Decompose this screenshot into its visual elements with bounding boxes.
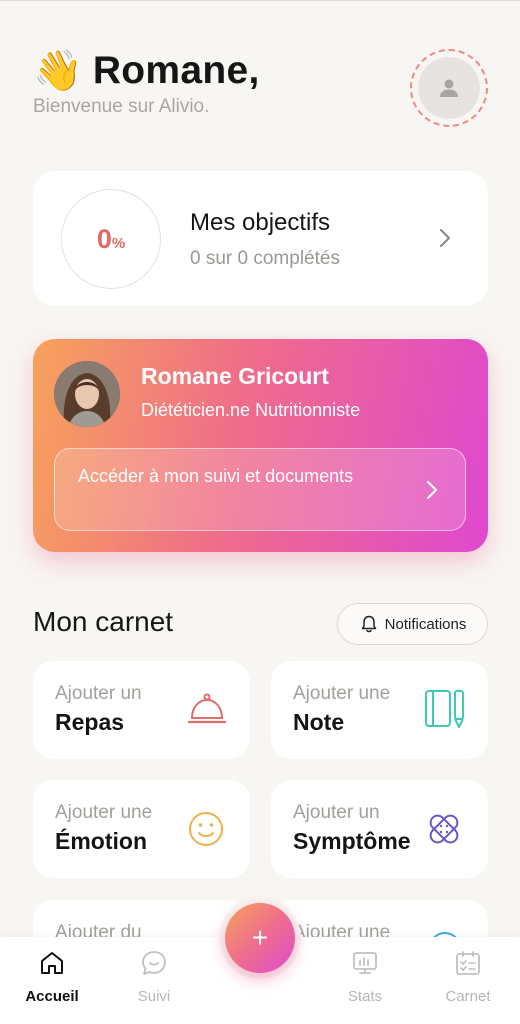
home-icon	[41, 952, 63, 974]
objectives-card[interactable]: 0 % Mes objectifs 0 sur 0 complétés	[33, 171, 488, 306]
objectives-subtitle: 0 sur 0 complétés	[190, 248, 340, 269]
user-icon	[440, 79, 458, 97]
smiley-icon	[189, 812, 223, 846]
access-follow-up-label: Accéder à mon suivi et documents	[78, 466, 354, 486]
add-meal-tile[interactable]: Ajouter un Repas	[33, 661, 250, 759]
chevron-right-icon	[439, 228, 451, 248]
nav-label: Carnet	[445, 988, 491, 1005]
bell-icon	[361, 615, 376, 633]
user-greeting-name: Romane,	[92, 49, 260, 92]
bandage-icon	[429, 814, 459, 844]
nav-item-accueil[interactable]: Accueil	[7, 949, 97, 1005]
carnet-section-title: Mon carnet	[33, 606, 174, 637]
tile-prefix: Ajouter un	[55, 683, 142, 704]
calendar-icon	[456, 951, 480, 975]
chat-icon	[142, 951, 166, 975]
nav-label: Stats	[347, 988, 383, 1005]
notifications-label: Notifications	[384, 615, 467, 633]
objectives-title: Mes objectifs	[190, 209, 331, 236]
plus-icon: +	[251, 922, 269, 953]
tile-title: Émotion	[55, 828, 147, 854]
dietitian-avatar	[54, 361, 120, 427]
add-emotion-tile[interactable]: Ajouter une Émotion	[33, 780, 250, 878]
dietitian-card: Romane Gricourt Diététicien.ne Nutrition…	[33, 339, 488, 552]
tile-prefix: Ajouter une	[293, 683, 391, 704]
tile-prefix: Ajouter une	[55, 802, 153, 823]
welcome-text: Bienvenue sur Alivio.	[33, 96, 210, 117]
nav-label: Suivi	[137, 988, 171, 1005]
objectives-percent-sign: %	[111, 234, 126, 252]
tile-title: Note	[293, 709, 345, 735]
profile-avatar-button[interactable]	[410, 49, 488, 127]
tile-title: Symptôme	[293, 828, 411, 854]
avatar	[418, 57, 480, 119]
waving-hand-icon: 👋	[33, 49, 83, 93]
greeting-header: 👋 Romane, Bienvenue sur Alivio.	[33, 48, 260, 118]
tile-title: Repas	[55, 709, 125, 735]
nav-label: Accueil	[25, 988, 79, 1005]
objectives-percent: 0	[96, 223, 112, 254]
nav-item-stats[interactable]: Stats	[320, 949, 410, 1005]
cloche-icon	[187, 693, 227, 724]
dietitian-name: Romane Gricourt	[141, 363, 329, 389]
notifications-button[interactable]: Notifications	[337, 603, 488, 645]
nav-item-suivi[interactable]: Suivi	[109, 949, 199, 1005]
objectives-progress-ring: 0 %	[61, 189, 161, 289]
access-follow-up-button[interactable]: Accéder à mon suivi et documents	[54, 448, 466, 531]
chevron-right-icon	[426, 480, 438, 500]
dietitian-role: Diététicien.ne Nutritionniste	[141, 400, 361, 420]
nav-item-carnet[interactable]: Carnet	[423, 949, 513, 1005]
add-entry-fab[interactable]: +	[225, 903, 295, 973]
notebook-pen-icon	[425, 690, 464, 728]
tile-prefix: Ajouter un	[293, 802, 380, 823]
add-symptom-tile[interactable]: Ajouter un Symptôme	[271, 780, 488, 878]
stats-icon	[353, 952, 377, 974]
top-divider	[0, 0, 520, 1]
add-note-tile[interactable]: Ajouter une Note	[271, 661, 488, 759]
